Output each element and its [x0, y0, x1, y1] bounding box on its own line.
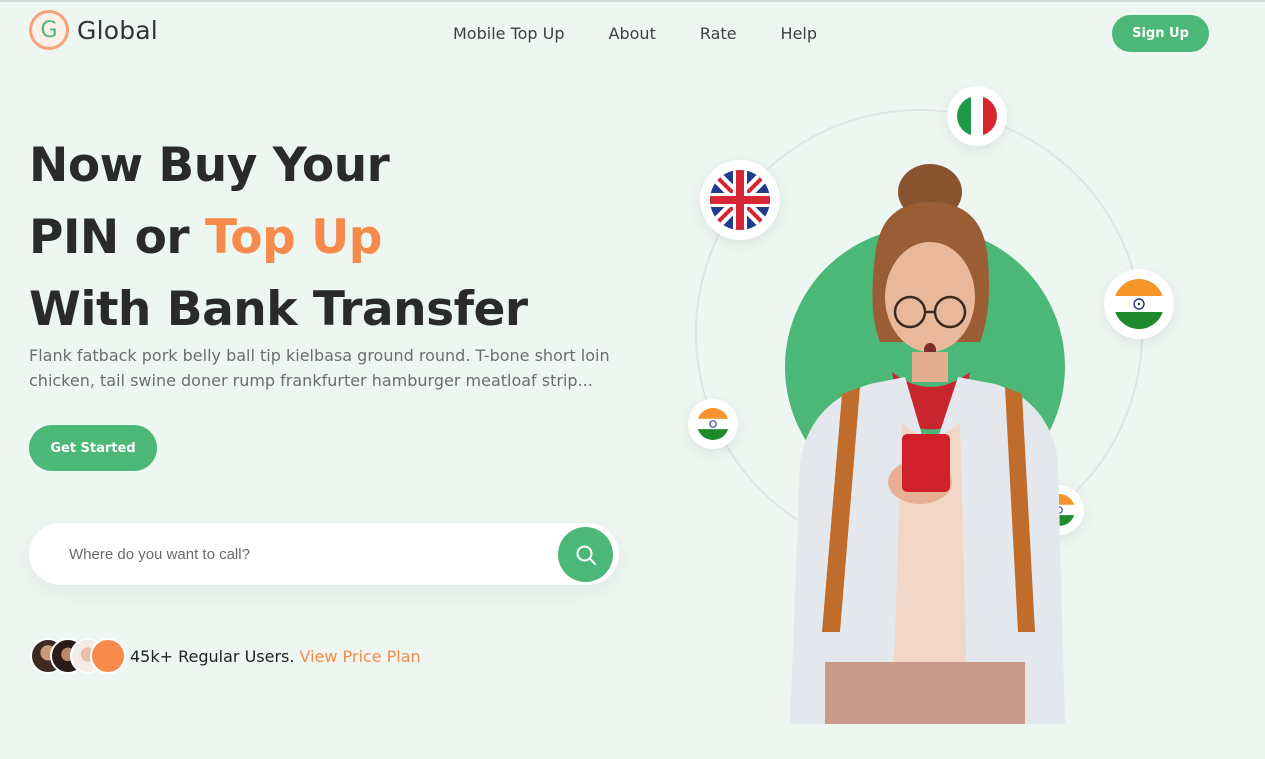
nav-item-help[interactable]: Help [781, 24, 817, 43]
hero-person-illustration [790, 164, 1065, 724]
nav-item-rate[interactable]: Rate [700, 24, 737, 43]
get-started-button[interactable]: Get Started [29, 425, 157, 471]
sign-up-button[interactable]: Sign Up [1112, 15, 1209, 52]
flag-bubble-italy [947, 86, 1007, 146]
nav-item-about[interactable]: About [609, 24, 656, 43]
search-button[interactable] [558, 527, 613, 582]
users-count-text: 45k+ Regular Users. [130, 646, 295, 666]
uk-flag-icon [710, 170, 770, 230]
flag-bubble-uk [700, 160, 780, 240]
avatar [90, 638, 126, 674]
hero-title: Now Buy Your PIN or Top Up With Bank Tra… [29, 130, 649, 346]
hero-title-line-1: Now Buy Your [29, 138, 390, 193]
hero-title-line-3: With Bank Transfer [29, 282, 528, 337]
brand-logo[interactable]: G Global [29, 10, 158, 50]
logo-icon: G [29, 10, 69, 50]
search-icon [576, 545, 596, 565]
users-summary: 45k+ Regular Users. View Price Plan [30, 638, 421, 674]
search-bar [29, 523, 619, 585]
view-price-plan-link[interactable]: View Price Plan [299, 647, 420, 666]
main-nav: Mobile Top Up About Rate Help [453, 24, 817, 43]
flag-bubble-india-small [688, 399, 738, 449]
hero-title-accent: Top Up [204, 210, 382, 265]
hero-description: Flank fatback pork belly ball tip kielba… [29, 346, 610, 390]
avatar-stack [30, 638, 130, 674]
india-flag-icon [1114, 279, 1164, 329]
hero-title-line-2-prefix: PIN or [29, 210, 205, 265]
nav-item-mobile-top-up[interactable]: Mobile Top Up [453, 24, 565, 43]
india-flag-icon [697, 408, 729, 440]
brand-name: Global [77, 15, 158, 45]
search-input[interactable] [69, 523, 539, 585]
italy-flag-icon [957, 96, 997, 136]
flag-bubble-india [1104, 269, 1174, 339]
hero-title-line-2: PIN or Top Up [29, 202, 649, 274]
